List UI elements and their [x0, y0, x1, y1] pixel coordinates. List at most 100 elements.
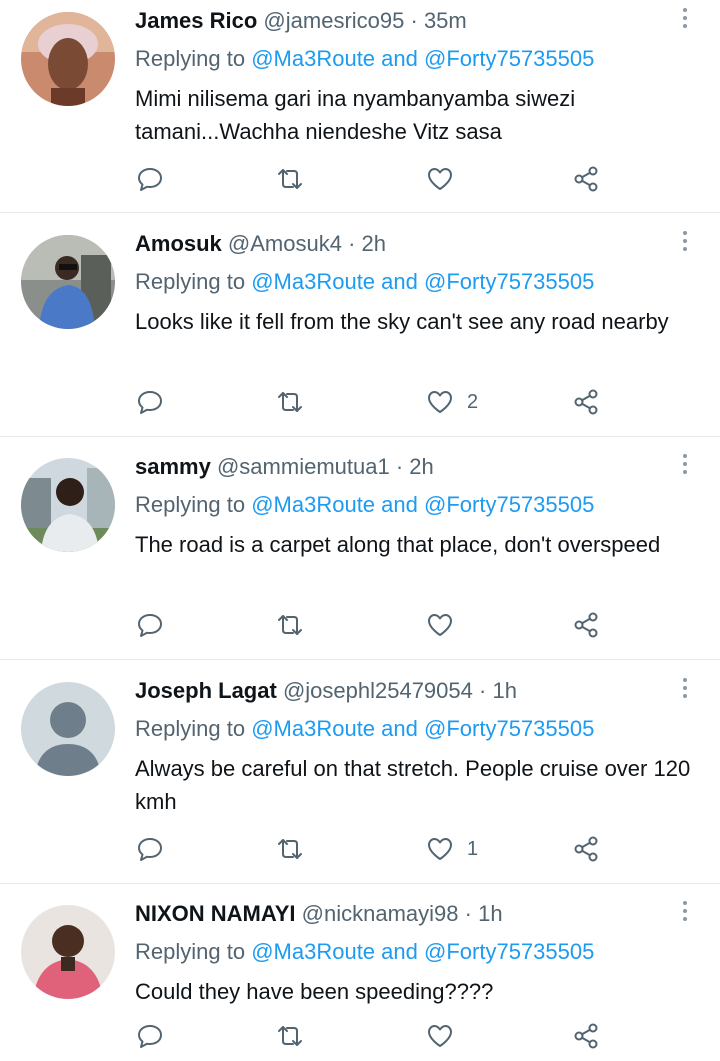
timestamp[interactable]: 1h [492, 678, 516, 703]
user-handle[interactable]: @jamesrico95 [263, 8, 404, 33]
timestamp[interactable]: 35m [424, 8, 467, 33]
reply-button[interactable] [135, 608, 165, 642]
mention-link[interactable]: @Ma3Route [251, 716, 375, 741]
timestamp[interactable]: 1h [478, 901, 502, 926]
avatar[interactable] [21, 12, 115, 106]
like-button[interactable]: 2 [425, 385, 478, 419]
mention-link[interactable]: @Ma3Route [251, 46, 375, 71]
reply-button[interactable] [135, 162, 165, 196]
reply-button[interactable] [135, 385, 165, 419]
display-name[interactable]: Joseph Lagat [135, 678, 277, 703]
like-button[interactable] [425, 1019, 467, 1053]
like-count: 2 [467, 390, 479, 413]
share-button[interactable] [571, 1019, 601, 1053]
avatar[interactable] [21, 458, 115, 552]
tweet-text: Could they have been speeding???? [135, 979, 494, 1004]
and-label: and [381, 492, 418, 517]
share-button[interactable] [571, 385, 601, 419]
reply-icon [138, 838, 162, 861]
retweet-icon [278, 615, 302, 635]
user-handle[interactable]: @nicknamayi98 [302, 901, 459, 926]
reply-icon [138, 168, 162, 191]
tweet-actions: 2 [135, 385, 615, 419]
share-button[interactable] [571, 608, 601, 642]
retweet-icon [278, 839, 302, 859]
mention-link[interactable]: @Ma3Route [251, 492, 375, 517]
tweet-header: James Rico @jamesrico95 · 35m [135, 6, 467, 36]
timestamp[interactable]: 2h [409, 454, 433, 479]
user-handle[interactable]: @josephl25479054 [283, 678, 473, 703]
retweet-button[interactable] [275, 608, 305, 642]
tweet[interactable]: James Rico @jamesrico95 · 35m Replying t… [0, 6, 720, 212]
display-name[interactable]: NIXON NAMAYI [135, 901, 296, 926]
reply-icon [138, 1025, 162, 1048]
and-label: and [381, 716, 418, 741]
like-button[interactable]: 1 [425, 832, 478, 866]
timestamp[interactable]: 2h [362, 231, 386, 256]
tweet-text: Looks like it fell from the sky can't se… [135, 309, 669, 334]
more-options-icon[interactable] [680, 231, 690, 255]
separator-dot: · [410, 8, 418, 33]
share-button[interactable] [571, 832, 601, 866]
display-name[interactable]: sammy [135, 454, 211, 479]
avatar[interactable] [21, 682, 115, 776]
tweet[interactable]: Amosuk @Amosuk4 · 2h Replying to @Ma3Rou… [0, 229, 720, 436]
tweet[interactable]: NIXON NAMAYI @nicknamayi98 · 1h Replying… [0, 899, 720, 1061]
separator-dot: · [479, 678, 487, 703]
mention-link[interactable]: @Forty75735505 [424, 716, 594, 741]
tweet-actions [135, 1019, 615, 1053]
share-icon [574, 836, 598, 862]
retweet-icon [278, 1026, 302, 1046]
tweet[interactable]: Joseph Lagat @josephl25479054 · 1h Reply… [0, 676, 720, 883]
mention-link[interactable]: @Ma3Route [251, 939, 375, 964]
replying-to: Replying to @Ma3Route and @Forty75735505 [135, 714, 594, 744]
replying-to: Replying to @Ma3Route and @Forty75735505 [135, 490, 594, 520]
display-name[interactable]: James Rico [135, 8, 257, 33]
more-options-icon[interactable] [680, 678, 690, 702]
reply-icon [138, 391, 162, 414]
mention-link[interactable]: @Forty75735505 [424, 492, 594, 517]
divider [0, 436, 720, 437]
tweet-actions [135, 608, 615, 642]
heart-icon [428, 168, 452, 190]
mention-link[interactable]: @Ma3Route [251, 269, 375, 294]
avatar[interactable] [21, 235, 115, 329]
reply-button[interactable] [135, 1019, 165, 1053]
replying-to: Replying to @Ma3Route and @Forty75735505 [135, 44, 594, 74]
retweet-icon [278, 169, 302, 189]
and-label: and [381, 269, 418, 294]
default-avatar-icon [21, 682, 115, 776]
user-handle[interactable]: @sammiemutua1 [217, 454, 390, 479]
tweet-header: sammy @sammiemutua1 · 2h [135, 452, 434, 482]
divider [0, 212, 720, 213]
mention-link[interactable]: @Forty75735505 [424, 46, 594, 71]
replying-label: Replying to [135, 46, 246, 71]
like-button[interactable] [425, 162, 467, 196]
more-options-icon[interactable] [680, 8, 690, 32]
mention-link[interactable]: @Forty75735505 [424, 269, 594, 294]
avatar[interactable] [21, 905, 115, 999]
display-name[interactable]: Amosuk [135, 231, 222, 256]
reply-button[interactable] [135, 832, 165, 866]
retweet-button[interactable] [275, 832, 305, 866]
share-button[interactable] [571, 162, 601, 196]
replying-label: Replying to [135, 939, 246, 964]
tweet-actions: 1 [135, 832, 615, 866]
separator-dot: · [348, 231, 356, 256]
tweet-text: Mimi nilisema gari ina nyambanyamba siwe… [135, 86, 576, 144]
like-button[interactable] [425, 608, 467, 642]
replying-label: Replying to [135, 716, 246, 741]
more-options-icon[interactable] [680, 901, 690, 925]
heart-icon [428, 838, 452, 860]
replying-label: Replying to [135, 269, 246, 294]
retweet-button[interactable] [275, 1019, 305, 1053]
more-options-icon[interactable] [680, 454, 690, 478]
tweet-header: NIXON NAMAYI @nicknamayi98 · 1h [135, 899, 503, 929]
retweet-button[interactable] [275, 162, 305, 196]
user-handle[interactable]: @Amosuk4 [228, 231, 342, 256]
retweet-button[interactable] [275, 385, 305, 419]
replying-to: Replying to @Ma3Route and @Forty75735505 [135, 937, 594, 967]
replying-to: Replying to @Ma3Route and @Forty75735505 [135, 267, 594, 297]
mention-link[interactable]: @Forty75735505 [424, 939, 594, 964]
tweet[interactable]: sammy @sammiemutua1 · 2h Replying to @Ma… [0, 452, 720, 659]
